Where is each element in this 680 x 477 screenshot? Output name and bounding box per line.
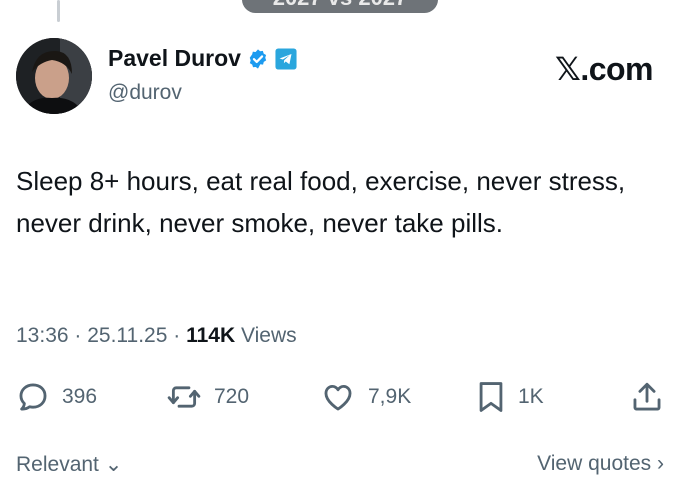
author-name[interactable]: Pavel Durov	[108, 45, 241, 72]
tweet-date[interactable]: 25.11.25	[87, 324, 167, 347]
bookmark-icon	[479, 382, 503, 412]
author-handle[interactable]: @durov	[108, 81, 182, 105]
like-button[interactable]: 7,9K	[320, 380, 411, 414]
brand-label: 𝕏.com	[555, 51, 653, 87]
reply-button[interactable]: 396	[16, 380, 97, 414]
reply-count: 396	[62, 385, 98, 408]
avatar-image	[16, 38, 92, 114]
telegram-icon	[275, 47, 297, 70]
top-pill-text: 2027 vs 2027	[273, 0, 408, 10]
tweet-meta: 13:36 · 25.11.25 · 114K Views	[16, 324, 297, 348]
meta-separator: ·	[167, 324, 187, 347]
share-button[interactable]	[630, 380, 664, 419]
view-quotes-link[interactable]: View quotes ›	[537, 452, 664, 476]
bookmark-button[interactable]: 1K	[476, 380, 544, 414]
tweet-text: Sleep 8+ hours, eat real food, exercise,…	[16, 166, 626, 238]
repost-count: 720	[214, 385, 250, 408]
views-label: Views	[240, 324, 297, 347]
meta-separator: ·	[68, 324, 88, 347]
repost-icon	[167, 386, 201, 408]
repost-button[interactable]: 720	[166, 380, 249, 414]
action-bar: 396 720 7,9K 1K	[16, 380, 664, 416]
author-name-row: Pavel Durov	[108, 45, 297, 72]
reply-icon	[19, 383, 47, 411]
bookmark-count: 1K	[518, 385, 544, 408]
thread-connector-line	[57, 0, 60, 22]
heart-icon	[324, 384, 352, 411]
views-count: 114K	[186, 324, 236, 347]
tweet-time[interactable]: 13:36	[16, 324, 69, 347]
like-count: 7,9K	[368, 385, 412, 408]
verified-badge-icon	[249, 48, 267, 69]
share-icon	[633, 382, 661, 411]
avatar[interactable]	[16, 38, 92, 114]
top-pill: 2027 vs 2027	[242, 0, 438, 13]
